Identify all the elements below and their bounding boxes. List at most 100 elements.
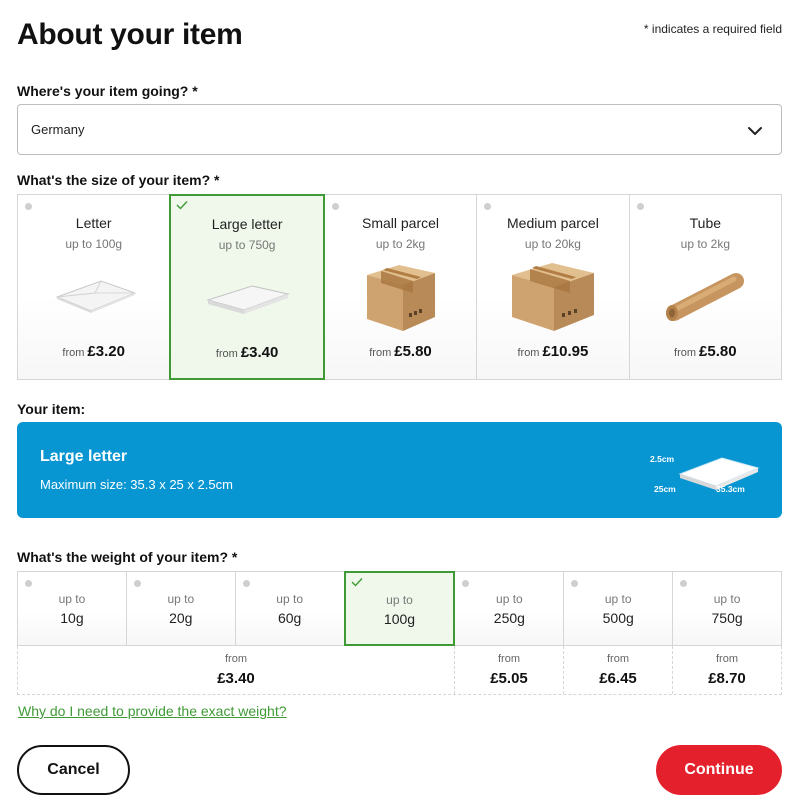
- check-icon: [351, 578, 363, 587]
- from-label: from: [517, 347, 540, 359]
- price-value: £3.40: [217, 670, 255, 687]
- exact-weight-help-link[interactable]: Why do I need to provide the exact weigh…: [18, 703, 287, 719]
- size-price: from £10.95: [477, 343, 628, 361]
- weight-label: What's the weight of your item? *: [17, 549, 238, 565]
- from-label: from: [498, 653, 520, 665]
- radio-dot: [571, 580, 579, 587]
- from-label: from: [225, 653, 247, 665]
- price-value: £5.05: [490, 670, 528, 687]
- weight-option-250g[interactable]: up to 250g: [455, 572, 565, 645]
- radio-dot: [25, 580, 32, 587]
- your-item-label: Your item:: [17, 401, 86, 417]
- radio-dot: [484, 203, 492, 210]
- from-label: from: [716, 653, 738, 665]
- weight-value: 750g: [711, 610, 743, 626]
- weight-up-to: up to: [496, 592, 523, 606]
- price-value: £10.95: [542, 343, 589, 360]
- box-icon: [511, 263, 594, 331]
- size-option-medium-parcel[interactable]: Medium parcel up to 20kg from £10.95: [477, 195, 630, 379]
- price-cell-750g: from £8.70: [673, 646, 781, 694]
- radio-dot: [636, 203, 644, 210]
- from-label: from: [62, 347, 85, 359]
- destination-select[interactable]: Germany: [17, 104, 782, 155]
- weight-value: 500g: [602, 610, 634, 626]
- weight-up-to: up to: [58, 592, 86, 606]
- weight-option-10g[interactable]: up to 10g: [18, 572, 127, 645]
- weight-value: 60g: [277, 610, 302, 626]
- dim-length: 35.3cm: [716, 484, 745, 494]
- size-price: from £5.80: [630, 343, 781, 361]
- tube-icon: [666, 273, 745, 321]
- weight-value: 100g: [383, 611, 416, 627]
- box-icon: [366, 265, 435, 331]
- price-cell-up-to-100g: from £3.40: [18, 646, 455, 694]
- item-summary-banner: Large letter Maximum size: 35.3 x 25 x 2…: [17, 422, 782, 518]
- size-option-large-letter[interactable]: Large letter up to 750g from £3.40: [169, 194, 325, 380]
- from-label: from: [674, 347, 697, 359]
- dim-width: 25cm: [654, 484, 676, 494]
- size-limit: up to 2kg: [375, 237, 426, 251]
- size-limit: up to 2kg: [680, 237, 731, 251]
- size-label: What's the size of your item? *: [17, 172, 220, 188]
- radio-dot: [462, 580, 470, 587]
- weight-value: 10g: [60, 610, 84, 626]
- size-name: Small parcel: [362, 215, 440, 231]
- radio-dot: [133, 580, 141, 587]
- weight-value: 250g: [493, 610, 525, 626]
- weight-option-500g[interactable]: up to 500g: [564, 572, 674, 645]
- size-options: Letter up to 100g from £3.20 Large letter…: [17, 194, 782, 380]
- from-label: from: [215, 348, 238, 360]
- weight-up-to: up to: [386, 593, 413, 607]
- large-letter-icon: [206, 285, 290, 314]
- large-letter-dimensions-icon: 2.5cm 25cm 35.3cm: [650, 454, 760, 494]
- weight-option-750g[interactable]: up to 750g: [673, 572, 782, 645]
- size-limit: up to 100g: [65, 237, 123, 251]
- size-price: from £3.20: [18, 343, 169, 361]
- weight-option-20g[interactable]: up to 20g: [126, 572, 236, 645]
- item-max-size: Maximum size: 35.3 x 25 x 2.5cm: [40, 477, 233, 492]
- size-option-letter[interactable]: Letter up to 100g from £3.20: [18, 195, 171, 379]
- price-value: £3.20: [87, 343, 125, 360]
- size-option-tube[interactable]: Tube up to 2kg from £5.80: [629, 195, 782, 379]
- cancel-button[interactable]: Cancel: [17, 745, 130, 795]
- weight-up-to: up to: [713, 592, 741, 606]
- price-value: £5.80: [394, 343, 432, 360]
- from-label: from: [607, 653, 629, 665]
- item-title: Large letter: [40, 448, 128, 465]
- size-limit: up to 750g: [218, 238, 276, 252]
- page-title: About your item: [17, 18, 243, 51]
- weight-up-to: up to: [604, 592, 632, 606]
- radio-dot: [242, 580, 250, 587]
- radio-dot: [25, 203, 32, 210]
- weight-options: up to 10g up to 20g up to 60g up to 100g…: [17, 571, 782, 646]
- size-limit: up to 20kg: [524, 237, 581, 251]
- check-icon: [176, 201, 188, 210]
- weight-price-row: from £3.40 from £5.05 from £6.45 from £8…: [17, 646, 782, 695]
- envelope-icon: [55, 280, 137, 313]
- weight-option-60g[interactable]: up to 60g: [235, 572, 345, 645]
- weight-option-100g[interactable]: up to 100g: [343, 571, 456, 646]
- size-price: from £5.80: [325, 343, 476, 361]
- size-name: Tube: [689, 215, 722, 231]
- price-value: £5.80: [699, 343, 737, 360]
- chevron-down-icon: [748, 127, 762, 135]
- weight-up-to: up to: [167, 592, 195, 606]
- size-name: Letter: [75, 215, 112, 231]
- price-value: £8.70: [708, 670, 746, 687]
- weight-value: 20g: [169, 610, 193, 626]
- radio-dot: [331, 203, 339, 210]
- size-name: Large letter: [211, 216, 283, 232]
- destination-value: Germany: [31, 122, 85, 137]
- size-price: from £3.40: [171, 344, 322, 362]
- dim-height: 2.5cm: [650, 454, 675, 464]
- price-cell-500g: from £6.45: [564, 646, 673, 694]
- weight-up-to: up to: [276, 592, 303, 606]
- size-name: Medium parcel: [507, 215, 599, 231]
- continue-button[interactable]: Continue: [656, 745, 782, 795]
- price-value: £3.40: [240, 344, 279, 361]
- radio-dot: [680, 580, 688, 587]
- size-option-small-parcel[interactable]: Small parcel up to 2kg from £5.80: [324, 195, 478, 379]
- destination-label: Where's your item going? *: [17, 83, 198, 99]
- required-field-note: * indicates a required field: [643, 22, 782, 36]
- price-value: £6.45: [599, 670, 637, 687]
